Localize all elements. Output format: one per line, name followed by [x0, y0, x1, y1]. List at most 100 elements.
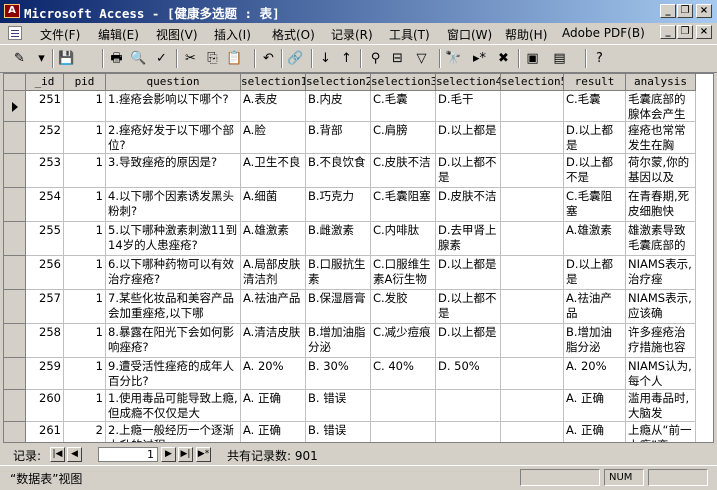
record-selector[interactable] [4, 324, 26, 358]
cell-question[interactable]: 3.导致痤疮的原因是? [106, 154, 241, 188]
new-record-icon[interactable]: ▸* [470, 49, 489, 68]
cell-selection4[interactable]: D.以上都是 [436, 122, 501, 154]
record-selector[interactable] [4, 154, 26, 188]
current-record-input[interactable]: 1 [98, 447, 158, 462]
cell-analysis[interactable]: 雄激素导致毛囊底部的 [626, 222, 696, 256]
cell-selection1[interactable]: A.脸 [241, 122, 306, 154]
cell-question[interactable]: 1.痤疮会影响以下哪个? [106, 91, 241, 122]
cell-selection1[interactable]: A.卫生不良 [241, 154, 306, 188]
record-selector[interactable] [4, 222, 26, 256]
select-all-corner[interactable] [4, 74, 26, 91]
cell-selection5[interactable] [501, 188, 564, 222]
cell-question[interactable]: 5.以下哪种激素刺激11到14岁的人患痤疮? [106, 222, 241, 256]
cell-selection2[interactable]: B. 30% [306, 358, 371, 390]
cell-selection3[interactable]: C.毛囊 [371, 91, 436, 122]
save-icon[interactable]: 💾 [57, 49, 76, 68]
cell-selection4[interactable]: D.毛干 [436, 91, 501, 122]
column-header-selection4[interactable]: selection4 [436, 74, 501, 91]
cell-pid[interactable]: 1 [64, 188, 106, 222]
cell-question[interactable]: 6.以下哪种药物可以有效治疗痤疮? [106, 256, 241, 290]
menu-view[interactable]: 视图(V) [156, 26, 198, 43]
cell-selection4[interactable]: D.皮肤不洁 [436, 188, 501, 222]
access-app-icon[interactable]: A [4, 4, 20, 18]
find-icon[interactable]: 🔭 [444, 49, 463, 68]
record-selector[interactable] [4, 91, 26, 122]
insert-hyperlink-icon[interactable]: 🔗 [286, 49, 305, 68]
copy-icon[interactable]: ⎘ [203, 49, 222, 68]
previous-record-button[interactable]: ◀ [67, 447, 82, 462]
table-row[interactable]: 258 1 8.暴露在阳光下会如何影响痤疮? A.清洁皮肤 B.增加油脂分泌 C.减少痘痕… [4, 324, 713, 358]
cell-selection2[interactable]: B.内皮 [306, 91, 371, 122]
cell-id[interactable]: 252 [26, 122, 64, 154]
menu-tools[interactable]: 工具(T) [389, 26, 430, 43]
cell-selection2[interactable]: B.雌激素 [306, 222, 371, 256]
cell-question[interactable]: 7.某些化妆品和美容产品会加重痤疮,以下哪 [106, 290, 241, 324]
table-row[interactable]: 260 1 1.使用毒品可能导致上瘾,但成瘾不仅仅是大 A. 正确 B. 错误 A. 正确… [4, 390, 713, 422]
doc-minimize-button[interactable]: _ [660, 25, 676, 39]
cell-result[interactable]: A. 正确 [564, 422, 626, 442]
cell-id[interactable]: 254 [26, 188, 64, 222]
column-header-selection1[interactable]: selection1 [241, 74, 306, 91]
cell-id[interactable]: 255 [26, 222, 64, 256]
sort-ascending-icon[interactable]: ↓ [316, 49, 335, 68]
record-selector[interactable] [4, 188, 26, 222]
cell-selection4[interactable]: D.以上都不是 [436, 290, 501, 324]
cell-analysis[interactable]: 痤疮也常常发生在胸 [626, 122, 696, 154]
cell-selection1[interactable]: A.表皮 [241, 91, 306, 122]
record-selector[interactable] [4, 422, 26, 442]
view-dropdown-icon[interactable]: ▾ [32, 49, 51, 68]
cell-analysis[interactable]: NIAMS表示,应该确 [626, 290, 696, 324]
apply-filter-icon[interactable]: ▽ [412, 49, 431, 68]
cell-id[interactable]: 258 [26, 324, 64, 358]
record-selector[interactable] [4, 390, 26, 422]
table-row[interactable]: 26122.上瘾一般经历一个逐渐上升的过程。A. 正确B. 错误A. 正确上瘾从… [4, 422, 713, 442]
cell-result[interactable]: A. 20% [564, 358, 626, 390]
minimize-button[interactable]: _ [660, 4, 676, 18]
column-header-question[interactable]: question [106, 74, 241, 91]
cell-selection5[interactable] [501, 222, 564, 256]
cell-result[interactable]: C.毛囊阻塞 [564, 188, 626, 222]
view-icon[interactable]: ✎ [10, 49, 29, 68]
cell-selection4[interactable]: D.去甲肾上腺素 [436, 222, 501, 256]
cell-pid[interactable]: 1 [64, 222, 106, 256]
column-header-selection3[interactable]: selection3 [371, 74, 436, 91]
record-selector[interactable] [4, 122, 26, 154]
cell-result[interactable]: D.以上都不是 [564, 154, 626, 188]
restore-button[interactable]: ❐ [677, 4, 693, 18]
new-object-icon[interactable]: ▤ [550, 49, 569, 68]
record-selector[interactable] [4, 358, 26, 390]
cell-selection5[interactable] [501, 422, 564, 442]
cell-selection1[interactable]: A. 20% [241, 358, 306, 390]
cell-pid[interactable]: 1 [64, 154, 106, 188]
cell-question[interactable]: 2.痤疮好发于以下哪个部位? [106, 122, 241, 154]
menu-records[interactable]: 记录(R) [331, 26, 373, 43]
cell-analysis[interactable]: 毛囊底部的腺体会产生 [626, 91, 696, 122]
sort-descending-icon[interactable]: ↑ [337, 49, 356, 68]
cell-selection1[interactable]: A.清洁皮肤 [241, 324, 306, 358]
spelling-icon[interactable]: ✓ [152, 49, 171, 68]
cell-analysis[interactable]: NIAMS认为,每个人 [626, 358, 696, 390]
cell-selection2[interactable]: B. 错误 [306, 422, 371, 442]
cell-analysis[interactable]: NIAMS表示,治疗痤 [626, 256, 696, 290]
cell-selection1[interactable]: A. 正确 [241, 422, 306, 442]
menu-insert[interactable]: 插入(I) [214, 26, 251, 43]
cell-selection2[interactable]: B.口服抗生素 [306, 256, 371, 290]
cell-pid[interactable]: 1 [64, 256, 106, 290]
cut-icon[interactable]: ✂ [181, 49, 200, 68]
cell-pid[interactable]: 2 [64, 422, 106, 442]
cell-selection5[interactable] [501, 358, 564, 390]
cell-id[interactable]: 257 [26, 290, 64, 324]
help-icon[interactable]: ? [590, 49, 609, 68]
cell-result[interactable]: D.以上都是 [564, 122, 626, 154]
cell-selection3[interactable] [371, 422, 436, 442]
doc-close-button[interactable]: × [696, 25, 712, 39]
cell-pid[interactable]: 1 [64, 122, 106, 154]
table-row[interactable]: 255 1 5.以下哪种激素刺激11到14岁的人患痤疮? A.雄激素 B.雌激素 C.内啡… [4, 222, 713, 256]
next-record-button[interactable]: ▶ [161, 447, 176, 462]
menu-window[interactable]: 窗口(W) [447, 26, 492, 43]
cell-analysis[interactable]: 许多痤疮治疗措施也容 [626, 324, 696, 358]
cell-selection2[interactable]: B.不良饮食 [306, 154, 371, 188]
cell-selection3[interactable]: C.内啡肽 [371, 222, 436, 256]
table-row[interactable]: 254 1 4.以下哪个因素诱发黑头粉刺? A.细菌 B.巧克力 C.毛囊阻塞 D.皮肤不洁… [4, 188, 713, 222]
cell-selection3[interactable]: C.发胶 [371, 290, 436, 324]
